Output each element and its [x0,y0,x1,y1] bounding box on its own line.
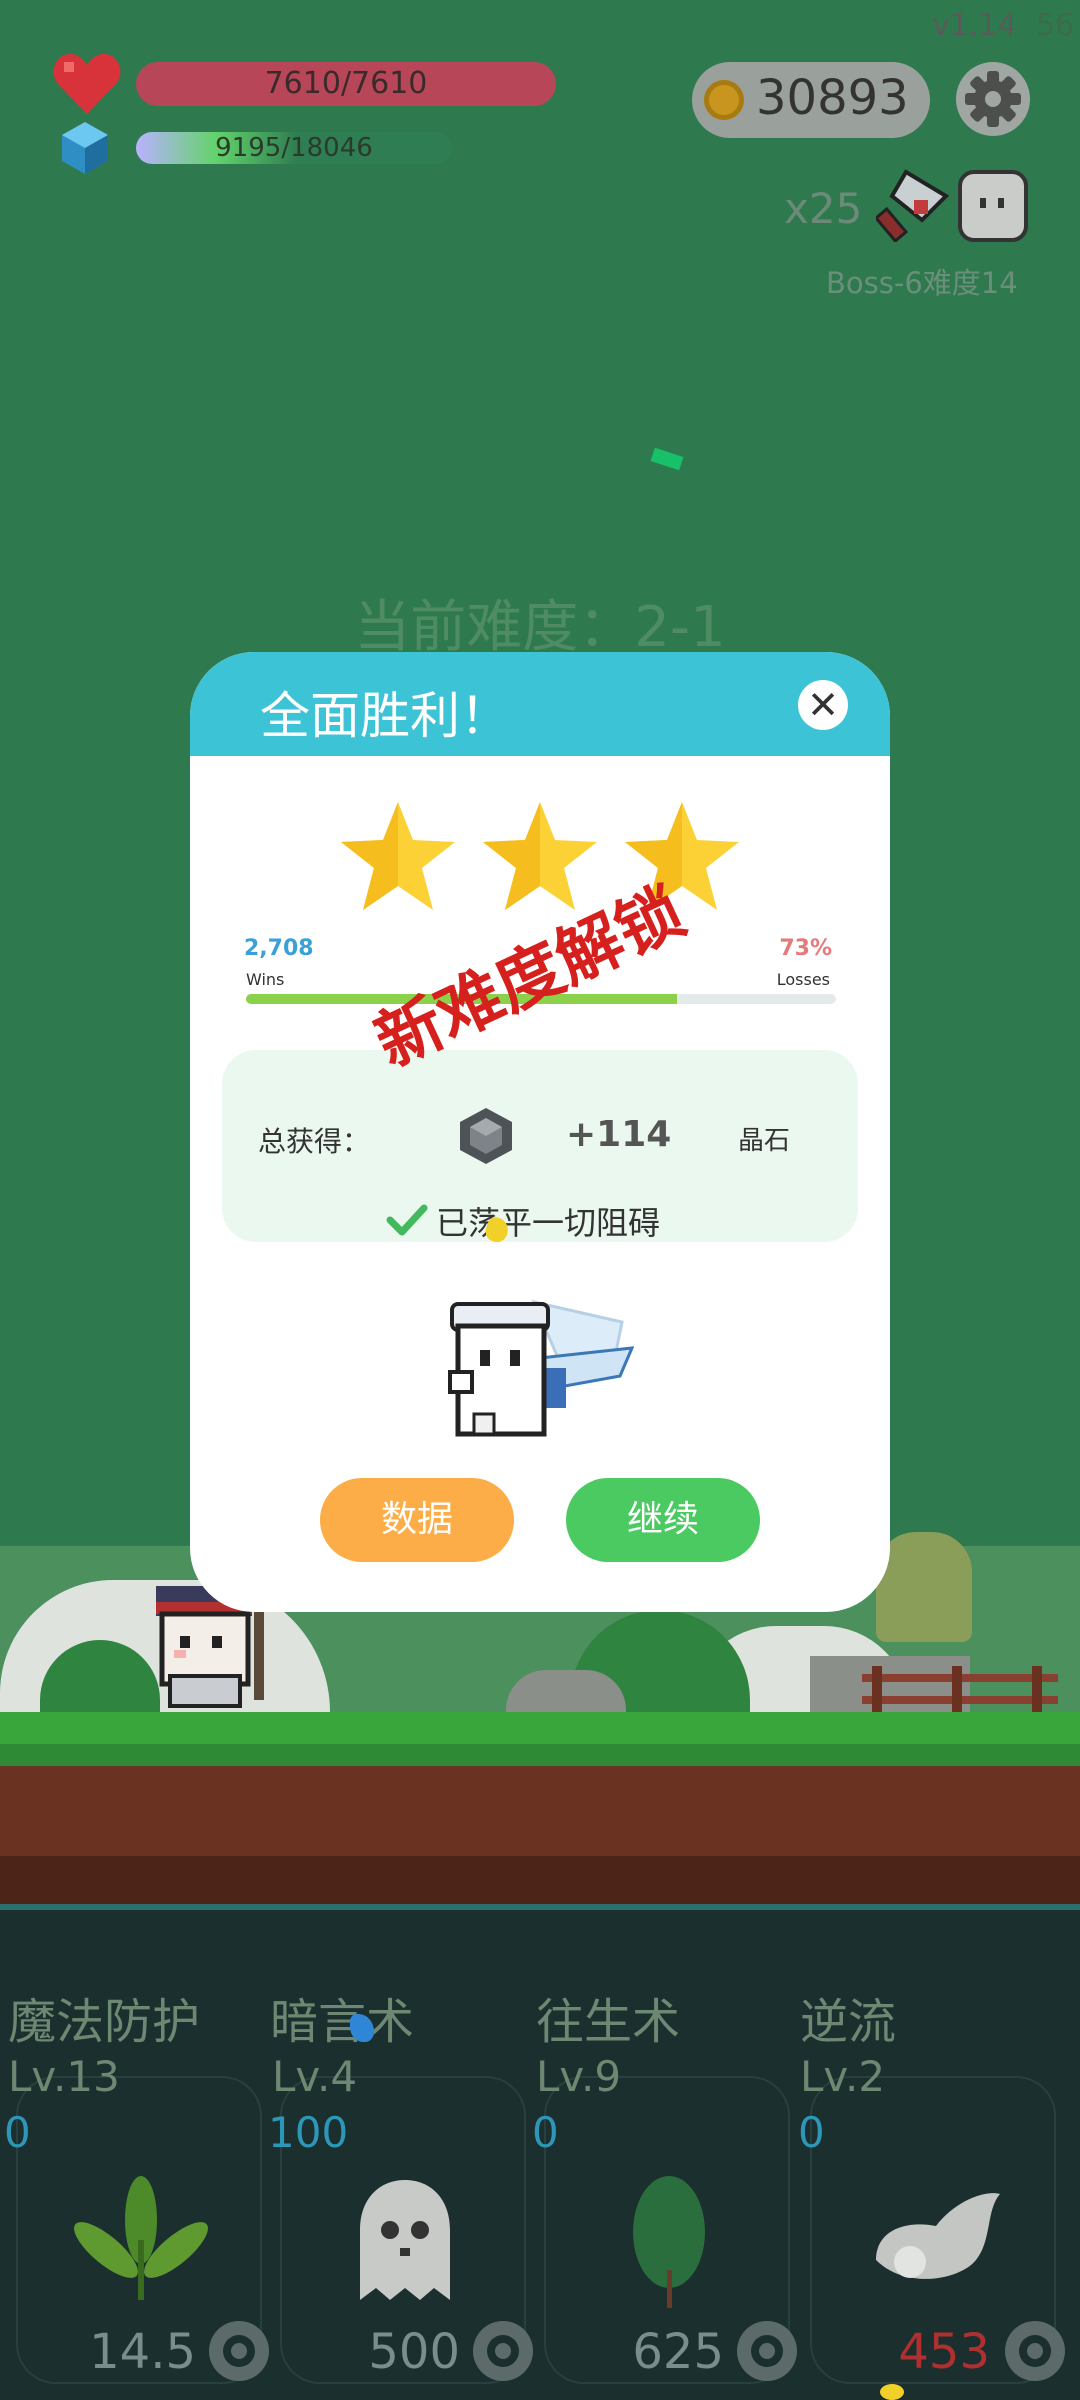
wins-label: Wins [246,970,285,989]
version-label: v1.14 [932,8,1017,43]
skill-name: 逆流 [800,1994,897,2050]
cleaver-icon [876,169,950,242]
leaf-icon [633,2176,705,2308]
close-button[interactable]: ✕ [798,680,848,730]
close-icon: ✕ [807,683,839,727]
winged-ghost-mascot [448,1299,634,1437]
coin-amount: 30893 [756,70,909,126]
confetti [650,447,684,471]
panel-divider [0,1904,1080,1910]
data-button[interactable]: 数据 [320,1478,514,1562]
skill-level: Lv.4 [272,2052,358,2101]
heart-icon [53,54,121,114]
victory-dialog: 全面胜利！ ✕ 2,708 Wins 73% Losses 总获得： +114 … [190,652,890,1612]
current-difficulty: 当前难度：2-1 [354,595,726,660]
gear-icon [965,71,1021,127]
upgrade-gear-icon[interactable] [470,2318,536,2384]
skill-cost: 0 [798,2108,825,2157]
ghost-face-icon [980,198,1004,208]
upgrade-cost: 500 [368,2324,460,2380]
hp-text: 7610/7610 [264,66,428,101]
upgrade-cost: 625 [632,2324,724,2380]
speed-multiplier: x25 [784,184,863,233]
cleared-message: 已荡平一切阻碍 [436,1204,661,1242]
upgrade-cost: 453 [898,2324,990,2380]
grass-edge [0,1744,1080,1766]
upgrade-gear-icon[interactable] [1002,2318,1068,2384]
settings-button[interactable] [956,62,1030,136]
skill-level: Lv.2 [800,2052,886,2101]
skill-cost: 0 [4,2108,31,2157]
check-icon [386,1204,428,1236]
reward-amount: +114 [566,1114,672,1155]
wins-value: 2,708 [244,936,314,961]
crystal-icon [62,122,108,174]
skill-level: Lv.9 [536,2052,622,2101]
confetti [880,2384,904,2400]
leaves-icon [74,2176,208,2300]
boss-ghost-icon[interactable] [958,170,1028,242]
upgrade-cost: 14.5 [89,2324,196,2380]
upgrade-gear-icon[interactable] [206,2318,272,2384]
rock [506,1670,626,1712]
reward-label: 总获得： [258,1125,371,1158]
xp-text: 9195/18046 [215,133,373,163]
fps-counter: 56 [1036,8,1075,43]
dialog-title: 全面胜利！ [260,687,510,745]
skill-name: 魔法防护 [8,1994,201,2050]
star-icon [341,802,455,910]
skill-name: 往生术 [536,1994,681,2050]
upgrade-gear-icon[interactable] [734,2318,800,2384]
crystal-icon [460,1108,512,1164]
skill-name: 暗言术 [270,1994,415,2050]
skill-level: Lv.13 [8,2052,120,2101]
boss-progress-label: Boss-6难度14 [826,266,1018,300]
wing-icon [876,2193,1000,2279]
reward-item-name: 晶石 [738,1126,791,1156]
continue-button[interactable]: 继续 [566,1478,760,1562]
coin-icon [704,80,744,120]
dirt-deep [0,1856,1080,1906]
losses-label: Losses [776,970,830,989]
losses-value: 73% [779,936,832,961]
skill-cost: 100 [268,2108,349,2157]
fence [862,1666,1058,1716]
ghost-icon [360,2180,450,2300]
tree [876,1532,972,1642]
skill-cost: 0 [532,2108,559,2157]
